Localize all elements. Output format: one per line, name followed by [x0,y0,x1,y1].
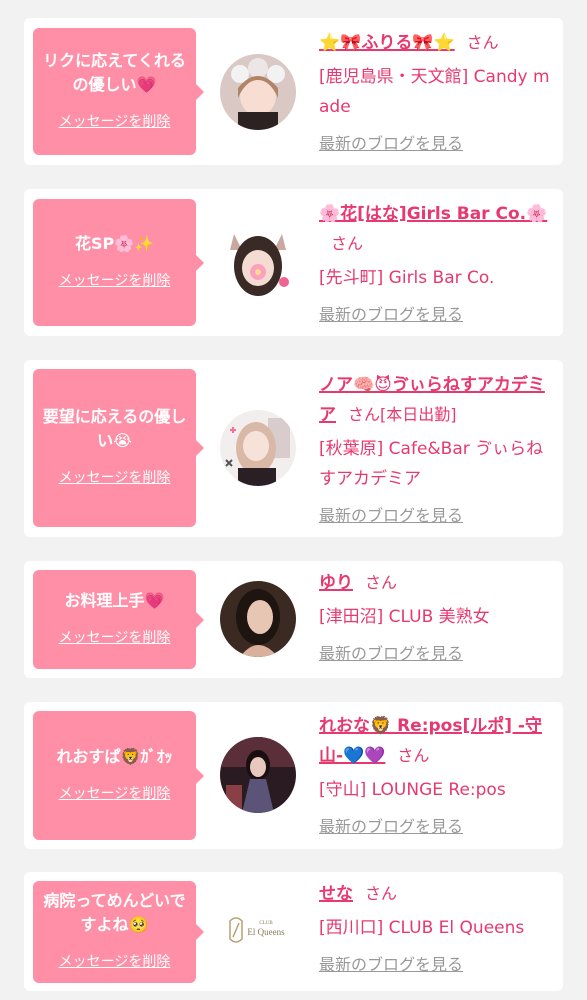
shop-info: [津田沼] CLUB 美熟女 [319,607,490,627]
latest-blog-link[interactable]: 最新のブログを見る [319,644,463,664]
cast-info: 🌸花[はな]Girls Bar Co.🌸 さん [先斗町] Girls Bar C… [319,199,555,325]
delete-message-link[interactable]: メッセージを削除 [59,272,171,290]
avatar-photo-icon [220,581,296,657]
cast-info: ゆり さん [津田沼] CLUB 美熟女 最新のブログを見る [319,568,555,664]
honorific: さん [348,405,381,424]
cast-info: ⭐🎀ふりる🎀⭐ さん [鹿児島県・天文館] Candy made 最新のブログを見… [319,28,555,154]
cast-name-line: 🌸花[はな]Girls Bar Co.🌸 さん [319,199,555,259]
honorific: さん [365,573,398,592]
cast-name-line: ゆり さん [319,568,555,598]
latest-blog-link[interactable]: 最新のブログを見る [319,305,463,325]
status-text: [本日出勤] [380,405,457,424]
avatar[interactable] [220,224,296,300]
cast-name-link[interactable]: せな [319,884,353,904]
honorific: さん [466,33,499,52]
avatar-photo-icon [220,224,296,300]
message-card: 要望に応えるの優しい😭 メッセージを削除 ノア🧠😈ゔぃらねすアカデミア さん[本日… [24,360,563,537]
message-card: お料理上手💗 メッセージを削除 ゆり さん [津田沼] CLUB 美熟女 最新のブ… [24,561,563,678]
cast-name-line: れおな🦁 Re:pos[ルポ] -守山-💙💜 さん [319,711,555,771]
honorific: さん [365,884,398,903]
avatar-photo-icon [220,54,296,130]
delete-message-link[interactable]: メッセージを削除 [59,469,171,487]
latest-blog-link[interactable]: 最新のブログを見る [319,506,463,526]
club-logo-icon: CLUB El Queens [220,893,296,969]
latest-blog-link[interactable]: 最新のブログを見る [319,134,463,154]
message-bubble: 花SP🌸✨ メッセージを削除 [33,199,204,326]
club-logo-small-text: CLUB [259,921,273,926]
avatar-photo-icon [220,410,296,486]
shop-info: [秋葉原] Cafe&Bar ゔぃらねすアカデミア [319,439,544,489]
cast-name-line: せな さん [319,879,555,909]
avatar[interactable] [220,737,296,813]
shop-info: [鹿児島県・天文館] Candy made [319,67,550,117]
cast-name-link[interactable]: れおな🦁 Re:pos[ルポ] -守山-💙💜 [319,716,542,766]
cast-name-line: ノア🧠😈ゔぃらねすアカデミア さん[本日出勤] [319,370,555,430]
delete-message-link[interactable]: メッセージを削除 [59,785,171,803]
message-card: れおすぱ🦁ｶﾞｵｯ メッセージを削除 れおな🦁 Re:pos[ルポ] -守山-💙… [24,702,563,849]
delete-message-link[interactable]: メッセージを削除 [59,953,171,971]
message-bubble: お料理上手💗 メッセージを削除 [33,570,204,669]
avatar[interactable] [220,54,296,130]
shop-info: [西川口] CLUB El Queens [319,918,525,938]
cast-name-link[interactable]: ゆり [319,573,353,593]
cast-name-line: ⭐🎀ふりる🎀⭐ さん [319,28,555,58]
honorific: さん [331,234,364,253]
message-text: 病院ってめんどいですよね🥺 [43,891,186,934]
message-text: れおすぱ🦁ｶﾞｵｯ [56,746,173,766]
avatar[interactable] [220,410,296,486]
avatar-photo-icon [220,737,296,813]
message-card: 花SP🌸✨ メッセージを削除 🌸花[はな]Girls Bar Co.🌸 さん [先… [24,189,563,336]
honorific: さん [397,746,430,765]
message-text: お料理上手💗 [64,590,165,610]
club-logo-text: El Queens [247,927,285,937]
shop-info: [先斗町] Girls Bar Co. [319,268,495,288]
latest-blog-link[interactable]: 最新のブログを見る [319,955,463,975]
message-bubble: リクに応えてくれるの優しい💗 メッセージを削除 [33,28,204,155]
avatar[interactable] [220,581,296,657]
avatar[interactable]: CLUB El Queens [220,893,296,969]
message-card: リクに応えてくれるの優しい💗 メッセージを削除 ⭐🎀ふりる🎀⭐ さん [鹿児島県・… [24,18,563,165]
cast-info: ノア🧠😈ゔぃらねすアカデミア さん[本日出勤] [秋葉原] Cafe&Bar ゔぃ… [319,370,555,526]
cast-name-link[interactable]: ⭐🎀ふりる🎀⭐ [319,33,455,53]
delete-message-link[interactable]: メッセージを削除 [59,113,171,131]
message-text: リクに応えてくれるの優しい💗 [43,50,186,94]
shop-info: [守山] LOUNGE Re:pos [319,780,506,800]
message-text: 花SP🌸✨ [74,233,155,253]
cast-info: せな さん [西川口] CLUB El Queens 最新のブログを見る [319,879,555,975]
cast-name-link[interactable]: 🌸花[はな]Girls Bar Co.🌸 [319,204,547,224]
message-bubble: 要望に応えるの優しい😭 メッセージを削除 [33,369,204,527]
latest-blog-link[interactable]: 最新のブログを見る [319,817,463,837]
message-bubble: れおすぱ🦁ｶﾞｵｯ メッセージを削除 [33,711,204,840]
cast-info: れおな🦁 Re:pos[ルポ] -守山-💙💜 さん [守山] LOUNGE Re:… [319,711,555,837]
message-text: 要望に応えるの優しい😭 [42,407,187,450]
message-bubble: 病院ってめんどいですよね🥺 メッセージを削除 [33,881,204,983]
message-card: 病院ってめんどいですよね🥺 メッセージを削除 CLUB El Queens せな… [24,872,563,991]
delete-message-link[interactable]: メッセージを削除 [59,629,171,647]
